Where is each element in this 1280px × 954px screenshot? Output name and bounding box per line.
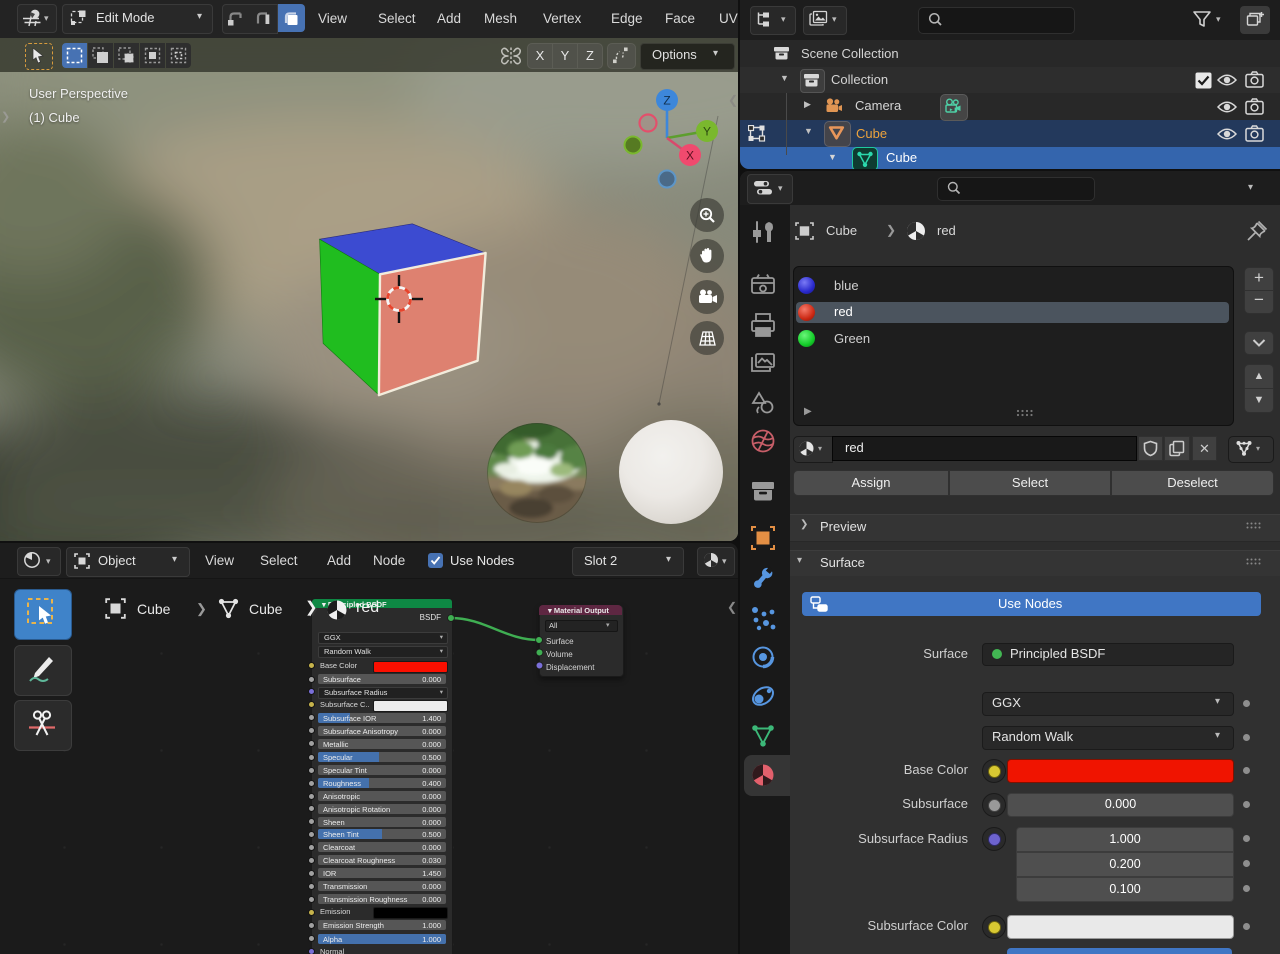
svg-text:X: X [686, 149, 694, 163]
svg-text:Z: Z [663, 94, 670, 108]
svg-text:Y: Y [703, 125, 711, 139]
